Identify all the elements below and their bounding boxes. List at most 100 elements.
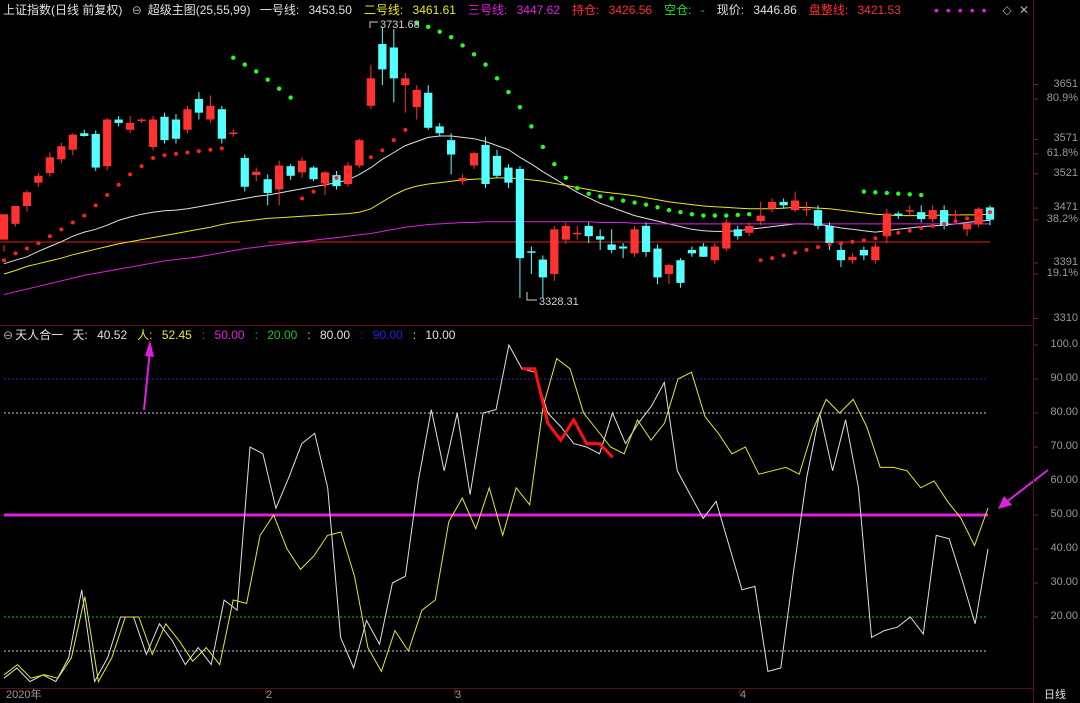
sar-dot: [666, 207, 672, 213]
sar-dot: [712, 213, 718, 218]
sar-dot: [838, 241, 843, 246]
candle: [435, 126, 444, 134]
period-button[interactable]: 日线: [1044, 688, 1066, 703]
candle: [11, 206, 20, 224]
candle: [928, 210, 937, 220]
candle: [825, 225, 834, 244]
candle: [618, 246, 628, 249]
x-label-apr: 4: [740, 689, 747, 701]
minus-icon[interactable]: ⊖: [3, 328, 13, 342]
sar-dot: [597, 194, 603, 199]
sar-dot: [816, 245, 821, 250]
sub-item: 人: 52.45: [137, 328, 198, 342]
candle: [171, 119, 181, 139]
axis-divider: [1033, 0, 1034, 703]
candle: [607, 244, 616, 250]
sar-dot: [575, 185, 580, 191]
sar-dot: [173, 151, 178, 156]
sar-dot: [861, 189, 867, 194]
price-tick: 3651: [1053, 77, 1078, 90]
sar-dot: [804, 247, 809, 252]
candle: [561, 225, 570, 240]
sar-dot: [643, 202, 649, 207]
candle: [252, 171, 261, 176]
x-label-2020: 2020年: [6, 689, 42, 701]
sar-dot: [2, 258, 6, 263]
sar-dot: [620, 198, 626, 203]
candle: [871, 246, 880, 261]
candle: [848, 256, 857, 261]
sar-dot: [345, 169, 350, 173]
candle: [641, 225, 651, 252]
candle: [653, 248, 662, 278]
sar-dot: [781, 253, 786, 258]
sar-dot: [919, 225, 924, 230]
sar-dot: [529, 124, 534, 129]
candle: [710, 246, 719, 261]
osc-tick: 60.00: [1050, 474, 1078, 486]
candle: [917, 212, 926, 220]
sar-dot: [196, 149, 201, 154]
price-panel: [0, 21, 1038, 320]
sar-dot: [896, 230, 901, 235]
sar-dot: [311, 189, 316, 194]
osc-tick: 40.00: [1050, 542, 1078, 554]
candle: [664, 265, 674, 274]
low-label: 3328.31: [539, 296, 579, 308]
candle: [813, 210, 823, 226]
osc-tick: 80.00: [1050, 406, 1078, 418]
bottom-divider: [0, 688, 1033, 689]
osc-tick: 30.00: [1050, 576, 1078, 588]
sub-item: 天: 40.52: [72, 328, 133, 342]
candle: [768, 201, 777, 209]
sar-dot: [323, 182, 328, 187]
sar-dot: [483, 62, 488, 67]
sar-dot: [655, 205, 660, 210]
sar-dot: [747, 212, 752, 217]
candle: [458, 177, 467, 182]
candle: [962, 223, 972, 230]
sar-dot: [873, 236, 878, 241]
candle: [447, 140, 456, 155]
sar-dot: [632, 200, 637, 205]
sar-dot: [460, 43, 465, 48]
candle: [240, 157, 249, 187]
price-tick: 3310: [1053, 311, 1078, 324]
sar-dot: [231, 55, 236, 60]
candle: [91, 133, 100, 168]
candle: [217, 109, 226, 139]
candle: [894, 213, 903, 216]
sar-dot: [861, 238, 866, 243]
candle: [584, 225, 593, 237]
indicator-name[interactable]: 天人合一: [15, 328, 63, 342]
price-tick: 80.9%: [1046, 91, 1078, 104]
candle: [355, 140, 364, 166]
sar-dot: [942, 221, 947, 226]
sar-dot: [586, 191, 591, 196]
candle: [424, 92, 433, 128]
candle: [34, 175, 43, 183]
sar-dot: [403, 127, 408, 132]
sar-dot: [426, 24, 431, 30]
candle: [859, 249, 869, 256]
oscillator-panel: [3, 340, 1049, 695]
item-label: :: [307, 328, 311, 342]
candle: [229, 132, 238, 135]
sar-dot: [540, 144, 546, 150]
sar-dot: [965, 216, 970, 221]
sub-chart-header: ⊖ 天人合一 天: 40.52 人: 52.45: 50.00: 20.00: 80…: [0, 325, 471, 345]
candle: [366, 78, 376, 106]
sub-item: : 50.00: [202, 328, 251, 342]
sar-dot: [701, 213, 706, 218]
item-label: 天:: [72, 328, 88, 342]
sar-dot: [242, 62, 247, 67]
high-label: 3731.68: [380, 19, 420, 31]
sar-dot: [265, 77, 270, 82]
candle: [527, 251, 536, 253]
sub-item: : 20.00: [255, 328, 304, 342]
sar-dot: [770, 256, 775, 261]
candle: [137, 119, 146, 122]
candle: [538, 259, 547, 278]
sar-dot: [793, 250, 798, 255]
candle: [57, 146, 66, 160]
